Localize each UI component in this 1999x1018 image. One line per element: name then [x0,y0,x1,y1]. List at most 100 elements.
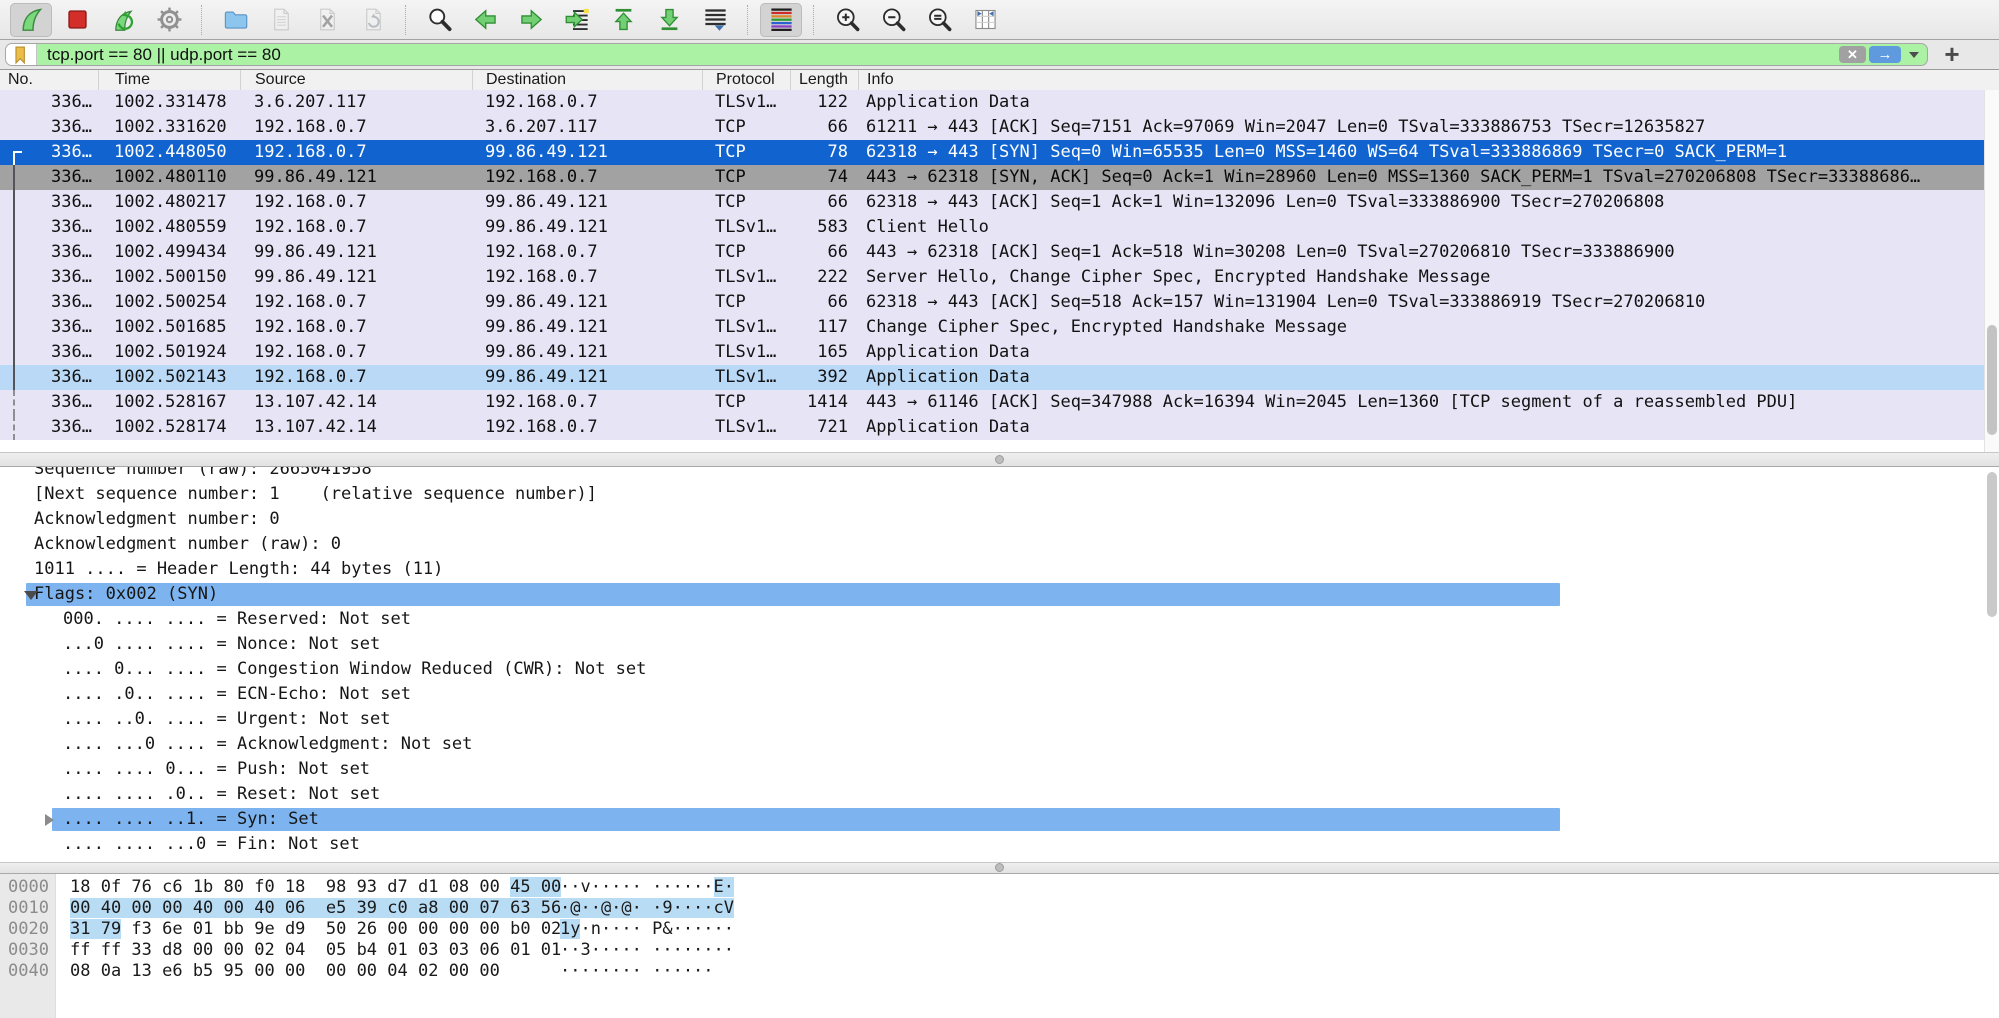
scrollbar-thumb[interactable] [1987,325,1997,435]
column-header-info[interactable]: Info [858,70,1999,90]
hex-bytes: 08 0a 13 e6 b5 95 00 00 00 00 04 02 00 0… [70,961,500,982]
packet-row[interactable]: 336…1002.3314783.6.207.117192.168.0.7TLS… [0,90,1984,115]
column-header-source[interactable]: Source [240,70,472,90]
toolbar-separator [747,5,749,35]
toolbar-separator [201,5,203,35]
splitter-detail-hex[interactable] [0,862,1999,874]
save-file-button[interactable] [260,3,302,37]
display-filter-field[interactable]: tcp.port == 80 || udp.port == 80 ✕ → [5,43,1928,66]
filter-apply-button[interactable]: → [1869,46,1901,63]
conversation-marker [13,365,15,390]
resize-columns-button[interactable] [964,3,1006,37]
packet-row[interactable]: 336…1002.49943499.86.49.121192.168.0.7TC… [0,240,1984,265]
packet-cell-destination: 99.86.49.121 [472,315,702,340]
detail-line[interactable]: Flags: 0x002 (SYN) [0,582,1999,607]
packet-cell-protocol: TLSv1… [702,415,790,440]
packet-row[interactable]: 336…1002.502143192.168.0.799.86.49.121TL… [0,365,1984,390]
packet-row[interactable]: 336…1002.48011099.86.49.121192.168.0.7TC… [0,165,1984,190]
stop-capture-button[interactable] [56,3,98,37]
packet-row[interactable]: 336…1002.500254192.168.0.799.86.49.121TC… [0,290,1984,315]
toolbar-separator [813,5,815,35]
hex-offset: 0010 [8,898,49,919]
collapse-arrow-icon[interactable] [24,591,38,600]
packet-row[interactable]: 336…1002.448050192.168.0.799.86.49.121TC… [0,140,1984,165]
capture-options-button[interactable] [148,3,190,37]
detail-line[interactable]: .... 0... .... = Congestion Window Reduc… [0,657,1999,682]
previous-packet-button[interactable] [464,3,506,37]
hex-row[interactable]: 0010 00 40 00 00 40 00 40 06 e5 39 c0 a8 … [0,898,1999,919]
detail-line[interactable]: Acknowledgment number: 0 [0,507,1999,532]
column-header-destination[interactable]: Destination [472,70,702,90]
packet-row[interactable]: 336…1002.480559192.168.0.799.86.49.121TL… [0,215,1984,240]
detail-line[interactable]: .... .... .0.. = Reset: Not set [0,782,1999,807]
detail-line[interactable]: .... .0.. .... = ECN-Echo: Not set [0,682,1999,707]
goto-packet-icon [564,6,591,33]
detail-line[interactable]: 1011 .... = Header Length: 44 bytes (11) [0,557,1999,582]
hex-bytes: 00 40 00 00 40 00 40 06 e5 39 c0 a8 00 0… [70,898,561,919]
detail-line[interactable]: 000. .... .... = Reserved: Not set [0,607,1999,632]
detail-line[interactable]: ...0 .... .... = Nonce: Not set [0,632,1999,657]
column-header-length[interactable]: Length [790,70,858,90]
zoom-in-button[interactable] [826,3,868,37]
filter-bar: tcp.port == 80 || udp.port == 80 ✕ → + [0,40,1999,70]
packet-cell-protocol: TCP [702,140,790,165]
arrow-right-icon [518,6,545,33]
detail-line[interactable]: .... .... ...0 = Fin: Not set [0,832,1999,857]
close-file-button[interactable] [306,3,348,37]
detail-line[interactable]: .... ...0 .... = Acknowledgment: Not set [0,732,1999,757]
packet-cell-source: 13.107.42.14 [240,415,472,440]
filter-dropdown-caret[interactable] [1909,52,1919,58]
packet-list-header: No.TimeSourceDestinationProtocolLengthIn… [0,70,1999,91]
reload-file-button[interactable] [352,3,394,37]
packet-row[interactable]: 336…1002.52816713.107.42.14192.168.0.7TC… [0,390,1984,415]
zoom-reset-button[interactable] [918,3,960,37]
column-header-protocol[interactable]: Protocol [702,70,790,90]
packet-cell-length: 66 [790,190,858,215]
conversation-marker [13,315,15,340]
find-packet-button[interactable] [418,3,460,37]
packet-list-scrollbar[interactable] [1984,90,1999,452]
packet-row[interactable]: 336…1002.480217192.168.0.799.86.49.121TC… [0,190,1984,215]
splitter-list-detail[interactable] [0,452,1999,467]
expand-arrow-icon[interactable] [45,814,54,826]
packet-cell-source: 192.168.0.7 [240,315,472,340]
detail-line-text: Acknowledgment number: 0 [0,507,280,532]
hex-row[interactable]: 004008 0a 13 e6 b5 95 00 00 00 00 04 02 … [0,961,1999,982]
hex-rows: 000018 0f 76 c6 1b 80 f0 18 98 93 d7 d1 … [0,874,1999,982]
hex-row[interactable]: 0030ff ff 33 d8 00 00 02 04 05 b4 01 03 … [0,940,1999,961]
first-packet-button[interactable] [602,3,644,37]
zoom-out-button[interactable] [872,3,914,37]
detail-line[interactable]: Sequence number (raw): 2665041958 [0,467,1999,482]
detail-line[interactable]: [Next sequence number: 1 (relative seque… [0,482,1999,507]
detail-line[interactable]: Acknowledgment number (raw): 0 [0,532,1999,557]
open-file-button[interactable] [214,3,256,37]
hex-byte-segment: 08 0a 13 e6 b5 95 00 00 00 00 04 02 00 0… [70,961,500,981]
detail-line[interactable]: .... .... 0... = Push: Not set [0,757,1999,782]
hex-bytes: 31 79 f3 6e 01 bb 9e d9 50 26 00 00 00 0… [70,919,561,940]
colorize-packets-button[interactable] [760,3,802,37]
conversation-marker [13,415,15,440]
next-packet-button[interactable] [510,3,552,37]
auto-scroll-button[interactable] [694,3,736,37]
packet-row[interactable]: 336…1002.501924192.168.0.799.86.49.121TL… [0,340,1984,365]
packet-row[interactable]: 336…1002.50015099.86.49.121192.168.0.7TL… [0,265,1984,290]
filter-clear-button[interactable]: ✕ [1839,46,1866,63]
packet-row[interactable]: 336…1002.52817413.107.42.14192.168.0.7TL… [0,415,1984,440]
column-header-time[interactable]: Time [98,70,240,90]
hex-row[interactable]: 002031 79 f3 6e 01 bb 9e d9 50 26 00 00 … [0,919,1999,940]
start-capture-button[interactable] [10,3,52,37]
column-header-no[interactable]: No. [0,70,98,90]
packet-cell-source: 192.168.0.7 [240,190,472,215]
go-to-packet-button[interactable] [556,3,598,37]
detail-scrollbar-thumb[interactable] [1987,472,1997,617]
packet-row[interactable]: 336…1002.331620192.168.0.73.6.207.117TCP… [0,115,1984,140]
detail-line[interactable]: .... .... ..1. = Syn: Set [0,807,1999,832]
hex-row[interactable]: 000018 0f 76 c6 1b 80 f0 18 98 93 d7 d1 … [0,877,1999,898]
detail-line[interactable]: .... ..0. .... = Urgent: Not set [0,707,1999,732]
last-packet-button[interactable] [648,3,690,37]
filter-bookmark-button[interactable] [6,44,37,65]
restart-capture-button[interactable] [102,3,144,37]
packet-row[interactable]: 336…1002.501685192.168.0.799.86.49.121TL… [0,315,1984,340]
filter-add-button[interactable]: + [1938,40,1966,68]
display-filter-input[interactable]: tcp.port == 80 || udp.port == 80 [47,44,281,65]
